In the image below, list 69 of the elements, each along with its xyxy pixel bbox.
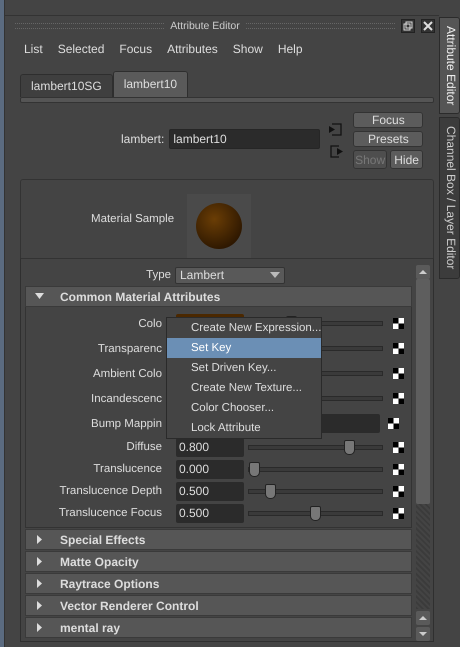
map-button-icon[interactable] [393,464,404,474]
map-button-icon[interactable] [393,486,404,496]
section-header[interactable]: mental ray [25,617,412,638]
map-button-icon[interactable] [393,343,404,354]
attribute-label: Diffuse [125,441,163,453]
map-button-icon[interactable] [393,318,404,329]
map-button-icon[interactable] [393,368,404,379]
context-menu-item[interactable]: Create New Texture... [167,378,321,398]
window-title: Attribute Editor [170,20,240,32]
slider-thumb[interactable] [344,440,356,454]
slider-thumb[interactable] [310,506,321,520]
menu-item[interactable]: Attributes [167,42,218,64]
panel-button[interactable]: Focus [353,112,424,128]
node-name-field[interactable]: lambert10 [169,129,320,149]
attribute-label: Bump Mappin [90,418,163,430]
attribute-label: Colo [137,318,163,330]
context-menu-item[interactable]: Create New Expression... [167,318,321,338]
side-tab[interactable]: Channel Box / Layer Editor [439,117,460,279]
side-tab[interactable]: Attribute Editor [439,17,460,114]
tab[interactable]: lambert10 [112,71,188,97]
attribute-label: Translucence [92,463,163,475]
attribute-label: Translucence Depth [58,485,163,497]
expand-arrow-icon [35,557,44,566]
material-sample-label: Material Sample [91,213,174,225]
attribute-label: Translucence Focus [58,507,163,519]
section-header[interactable]: Special Effects [25,529,412,550]
map-button-icon[interactable] [388,418,399,429]
node-label: lambert: [121,132,164,146]
panel-button[interactable]: Hide [390,150,424,169]
menu-item[interactable]: Show [232,42,263,64]
section-header[interactable]: Common Material Attributes [25,286,412,307]
menu-item[interactable]: Help [278,42,302,64]
expand-arrow-icon [35,292,44,301]
context-menu-item[interactable]: Color Chooser... [167,398,321,418]
slider-thumb[interactable] [249,462,260,476]
map-button-icon[interactable] [393,508,404,518]
section-header[interactable]: Raytrace Options [25,573,412,594]
expand-arrow-icon [35,535,44,544]
dropdown-arrow-icon [270,272,280,278]
scroll-up-icon[interactable] [416,265,430,279]
type-dropdown[interactable]: Lambert [175,266,285,284]
attribute-label: Ambient Colo [92,368,163,380]
menu-item[interactable]: List [24,42,43,64]
attribute-label: Transparenc [96,342,163,354]
expand-arrow-icon [35,623,44,632]
attribute-label: Incandescenc [90,392,163,404]
value-field[interactable]: 0.500 [176,504,244,522]
context-menu-item[interactable]: Set Driven Key... [167,358,321,378]
value-field[interactable]: 0.000 [176,460,244,478]
map-button-icon[interactable] [393,442,404,452]
menu-item[interactable]: Selected [58,42,104,64]
panel-button[interactable]: Presets [353,131,424,147]
menu-item[interactable]: Focus [119,42,152,64]
context-menu-item[interactable]: Lock Attribute [167,418,321,438]
map-button-icon[interactable] [393,393,404,404]
expand-arrow-icon [35,601,44,610]
tab[interactable]: lambert10SG [20,74,113,97]
type-label: Type [145,269,172,281]
scrollbar-thumb[interactable] [416,279,430,504]
float-window-icon[interactable] [401,19,416,33]
section-header[interactable]: Matte Opacity [25,551,412,572]
value-field[interactable]: 0.500 [176,482,244,500]
expand-arrow-icon [35,579,44,588]
input-connection-icon[interactable] [328,123,342,136]
close-icon[interactable] [421,19,436,33]
section-header[interactable]: Vector Renderer Control [25,595,412,616]
slider-thumb[interactable] [265,484,276,498]
scroll-down-icon[interactable] [416,627,430,641]
scroll-up-icon[interactable] [416,611,430,625]
